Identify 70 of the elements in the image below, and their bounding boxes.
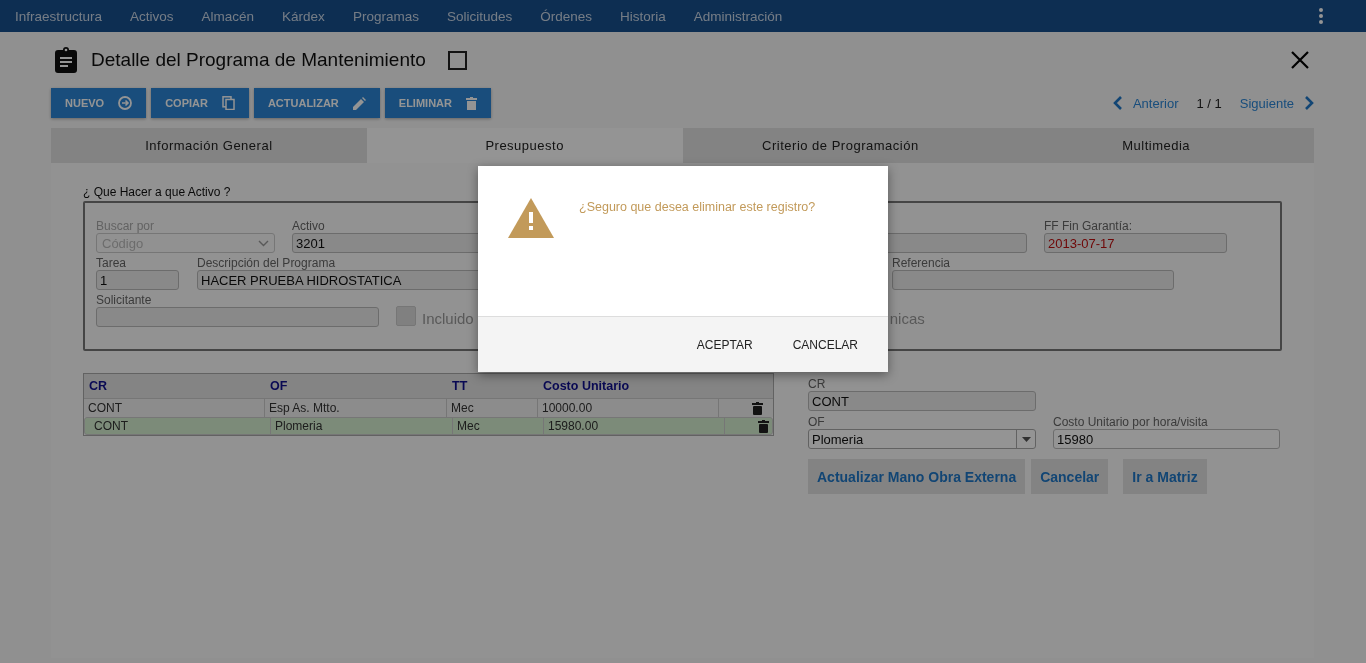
previous-link[interactable]: Anterior [1132,95,1179,111]
input-field[interactable] [96,307,379,327]
column-header: Costo Unitario [542,379,631,393]
nav-item[interactable]: Órdenes [540,8,592,24]
trash-icon[interactable] [758,419,769,433]
form-button[interactable]: Actualizar Mano Obra Externa [808,459,1026,494]
field-label: Costo Unitario por hora/visita [1053,415,1209,429]
checkbox-label: nicas [889,310,925,327]
field-label: Solicitante [96,293,153,307]
chevron-right-icon[interactable] [1304,96,1314,110]
input-field[interactable]: 2013-07-17 [1044,233,1227,253]
nav-item[interactable]: Kárdex [282,8,325,24]
close-icon[interactable] [1291,51,1309,69]
dialog-message: ¿Seguro que desea eliminar este registro? [579,200,816,214]
checkbox[interactable] [447,50,467,70]
dialog-button[interactable]: ACEPTAR [686,329,763,360]
more-menu-icon[interactable] [1319,8,1323,24]
section-title: ¿ Que Hacer a que Activo ? [83,185,232,199]
copy-icon [221,96,235,110]
input-field[interactable]: 1 [96,270,179,290]
page-position: 1 / 1 [1196,95,1222,111]
input-field[interactable]: 15980 [1053,429,1280,449]
tab[interactable]: Criterio de Programación [682,128,999,163]
tab[interactable]: Multimedia [998,128,1314,163]
field-label: Referencia [892,256,952,270]
clipboard-icon [55,47,77,73]
toolbar-button[interactable]: NUEVO [51,88,147,118]
warning-icon [508,198,554,238]
table-cell: Mec [453,417,544,435]
next-link[interactable]: Siguiente [1239,95,1294,111]
nav-item[interactable]: Historia [620,8,666,24]
pencil-icon [352,96,366,110]
nav-item[interactable]: Infraestructura [15,8,103,24]
nav-item[interactable]: Programas [352,8,419,24]
field-label: CR [808,377,827,391]
tab[interactable]: Información General [51,128,367,163]
nav-item[interactable]: Almacén [201,8,255,24]
dialog-button[interactable]: CANCELAR [782,329,868,360]
table-cell: Plomeria [271,417,453,435]
checkbox-label: Incluido [422,310,474,327]
tab[interactable]: Presupuesto [366,128,683,163]
nav-item[interactable]: Administración [693,8,783,24]
nav-item[interactable]: Solicitudes [446,8,513,24]
field-label: Activo [292,219,326,233]
input-field[interactable] [892,270,1174,290]
column-header: CR [88,379,109,393]
column-header: TT [451,379,469,393]
table-row[interactable]: CONT Esp As. Mtto. Mec 10000.00 [84,398,773,417]
toolbar-button[interactable]: ELIMINAR [384,88,491,118]
page-title: Detalle del Programa de Mantenimiento [91,49,426,71]
toolbar-button[interactable]: COPIAR [151,88,249,118]
table-cell: CONT [90,417,271,435]
chevron-left-icon[interactable] [1112,96,1123,110]
chevron-down-icon [258,239,269,247]
caret-down-icon [1021,436,1031,442]
field-label: OF [808,415,826,429]
table-row[interactable]: CONT Plomeria Mec 15980.00 [84,417,773,435]
column-header: OF [269,379,289,393]
field-label: FF Fin Garantía: [1044,219,1134,233]
form-button[interactable]: Cancelar [1031,459,1109,494]
trash-icon[interactable] [752,401,763,415]
nav-item[interactable]: Activos [130,8,174,24]
toolbar-button[interactable]: ACTUALIZAR [253,88,380,118]
form-button[interactable]: Ir a Matriz [1123,459,1207,494]
field-label: Tarea [96,256,128,270]
input-field[interactable]: CONT [808,391,1036,411]
trash-icon [465,96,477,110]
of-select[interactable]: Plomeria [808,429,1036,449]
table-cell: 15980.00 [544,417,725,435]
field-label: Descripción del Programa [197,256,337,270]
